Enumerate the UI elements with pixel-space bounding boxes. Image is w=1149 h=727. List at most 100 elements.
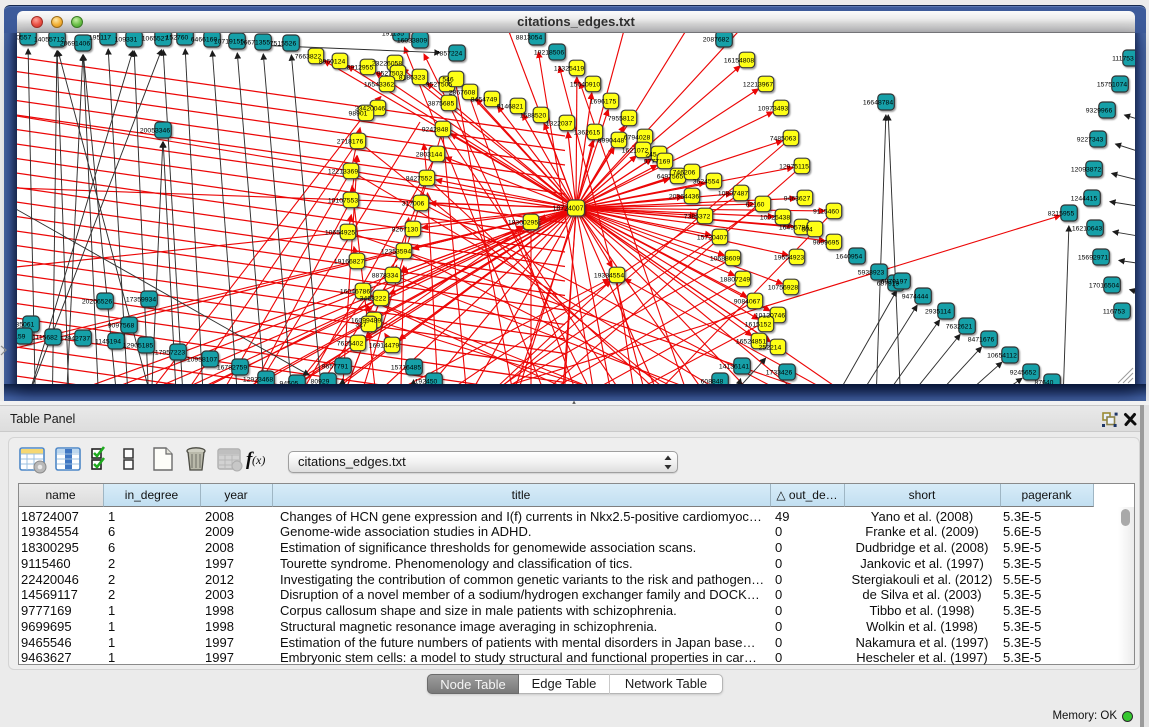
svg-text:12353594: 12353594 [381, 248, 411, 255]
svg-text:10688609: 10688609 [710, 255, 740, 262]
svg-text:9242848: 9242848 [422, 126, 449, 133]
svg-text:9777169: 9777169 [644, 158, 671, 165]
svg-text:12093872: 12093872 [1071, 166, 1101, 173]
svg-text:8960124: 8960124 [319, 58, 346, 65]
svg-text:39159: 39159 [17, 333, 26, 340]
svg-text:9657791: 9657791 [322, 363, 349, 370]
svg-text:12905185: 12905185 [123, 342, 153, 349]
svg-text:20206526: 20206526 [82, 298, 112, 305]
svg-text:10958107: 10958107 [187, 356, 217, 363]
svg-text:10025438: 10025438 [760, 214, 790, 221]
svg-text:13325419: 13325419 [554, 65, 584, 72]
svg-text:3875685: 3875685 [428, 100, 455, 107]
svg-text:16914479: 16914479 [369, 342, 399, 349]
svg-text:116753: 116753 [1103, 308, 1125, 315]
svg-text:10654112: 10654112 [987, 352, 1017, 359]
svg-text:1244415: 1244415 [1071, 195, 1098, 202]
svg-text:111753: 111753 [1112, 55, 1134, 62]
svg-text:746206: 746206 [673, 169, 696, 176]
svg-text:8215955: 8215955 [1048, 210, 1075, 217]
svg-text:109331: 109331 [115, 36, 138, 43]
svg-text:546: 546 [442, 76, 454, 83]
svg-text:15720407: 15720407 [697, 234, 727, 241]
svg-text:10807487: 10807487 [718, 190, 748, 197]
svg-text:19218506: 19218506 [534, 49, 564, 56]
svg-text:317006: 317006 [402, 200, 425, 207]
svg-text:192450: 192450 [415, 378, 438, 384]
svg-text:12975115: 12975115 [779, 163, 809, 170]
svg-text:608848: 608848 [701, 378, 724, 384]
svg-text:8427552: 8427552 [406, 175, 433, 182]
svg-text:9245652: 9245652 [1010, 369, 1037, 376]
svg-text:9474444: 9474444 [902, 293, 929, 300]
svg-text:12213967: 12213967 [743, 81, 773, 88]
svg-text:195117: 195117 [89, 34, 111, 41]
svg-text:80929: 80929 [311, 378, 330, 384]
svg-text:2935114: 2935114 [925, 308, 951, 315]
svg-text:10973493: 10973493 [758, 105, 788, 112]
svg-text:6794028: 6794028 [624, 134, 651, 141]
svg-text:1145194: 1145194 [95, 338, 121, 345]
svg-text:15716485: 15716485 [391, 364, 421, 371]
svg-text:7515526: 7515526 [270, 40, 297, 47]
svg-text:7485063: 7485063 [770, 135, 797, 142]
svg-text:10120746: 10120746 [755, 312, 785, 319]
svg-text:2087682: 2087682 [703, 36, 730, 43]
svg-text:7955812: 7955812 [608, 115, 635, 122]
svg-text:3498222: 3498222 [360, 295, 387, 302]
svg-text:9329966: 9329966 [1086, 107, 1113, 114]
svg-text:62160: 62160 [746, 201, 765, 208]
svg-text:1322037: 1322037 [546, 120, 573, 127]
svg-text:8186323: 8186323 [399, 74, 426, 81]
svg-text:19384554: 19384554 [594, 272, 624, 279]
svg-text:23226058: 23226058 [372, 60, 402, 67]
svg-text:9227343: 9227343 [1077, 136, 1104, 143]
svg-text:604: 604 [801, 226, 813, 233]
svg-text:15640910: 15640910 [570, 81, 600, 88]
svg-text:20053346: 20053346 [140, 127, 170, 134]
svg-text:16154808: 16154808 [724, 57, 754, 64]
svg-text:152760: 152760 [166, 34, 189, 41]
svg-text:16046786: 16046786 [340, 288, 370, 295]
svg-text:1615152: 1615152 [745, 321, 772, 328]
svg-text:2718176: 2718176 [337, 138, 364, 145]
svg-text:19166827: 19166827 [334, 258, 364, 265]
svg-text:8990448: 8990448 [598, 137, 625, 144]
svg-text:9115460: 9115460 [813, 208, 839, 215]
svg-text:1640954: 1640954 [836, 253, 863, 260]
svg-text:20691406: 20691406 [60, 40, 90, 47]
svg-text:8878334: 8878334 [372, 272, 399, 279]
svg-text:16033809: 16033809 [397, 37, 427, 44]
svg-text:9084067: 9084067 [734, 298, 761, 305]
svg-text:8912955: 8912955 [347, 64, 374, 71]
svg-text:1733426: 1733426 [766, 369, 793, 376]
svg-text:1696175: 1696175 [590, 98, 617, 105]
svg-text:12213369: 12213369 [328, 168, 358, 175]
svg-text:(x): (x) [252, 453, 265, 467]
svg-text:19654923: 19654923 [774, 254, 804, 261]
svg-text:17016504: 17016504 [1089, 282, 1119, 289]
svg-text:5938923: 5938923 [858, 269, 885, 276]
svg-text:1362615: 1362615 [574, 129, 601, 136]
svg-text:7632621: 7632621 [946, 323, 973, 330]
svg-text:10654925: 10654925 [325, 229, 355, 236]
svg-text:7386372: 7386372 [684, 213, 711, 220]
svg-text:17359934: 17359934 [126, 296, 156, 303]
svg-text:2803144: 2803144 [416, 151, 443, 158]
svg-text:10107553: 10107553 [328, 197, 358, 204]
svg-text:18724007: 18724007 [552, 205, 583, 212]
svg-text:16648784: 16648784 [863, 99, 893, 106]
svg-text:87640: 87640 [1035, 379, 1054, 384]
svg-text:16543362: 16543362 [364, 81, 394, 88]
svg-text:94505: 94505 [280, 380, 299, 384]
svg-text:3624554: 3624554 [693, 178, 720, 185]
svg-text:1588520: 1588520 [520, 112, 547, 119]
svg-text:7663822: 7663822 [295, 53, 322, 60]
svg-text:2867608: 2867608 [449, 89, 476, 96]
svg-text:8813054: 8813054 [516, 34, 543, 41]
svg-text:7625402: 7625402 [337, 340, 364, 347]
svg-text:12923468: 12923468 [243, 376, 273, 383]
svg-text:17957223: 17957223 [155, 349, 185, 356]
svg-text:18300295: 18300295 [508, 219, 538, 226]
svg-text:17942737: 17942737 [60, 335, 90, 342]
